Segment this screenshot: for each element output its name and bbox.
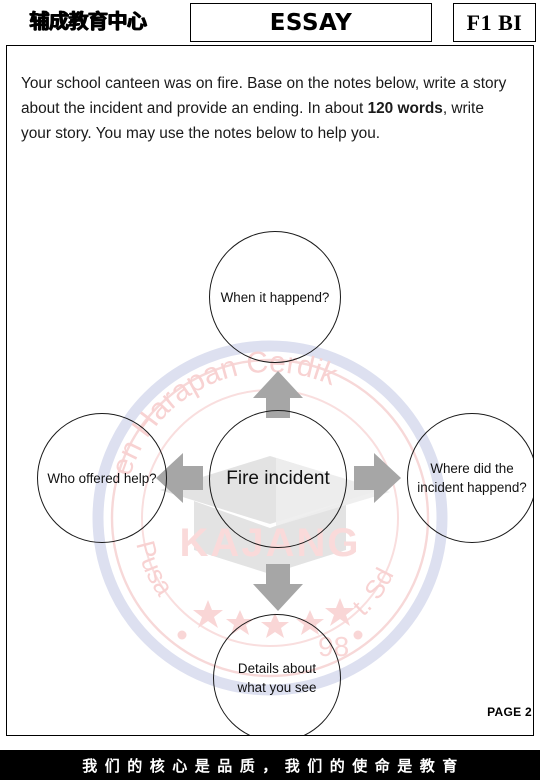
arrow-down [253,564,303,611]
bubble-where-label: Where did the incident happend? [417,461,527,495]
bubble-details-label: Details about what you see [237,661,317,695]
bubble-when: When it happend? [209,231,341,363]
worksheet-content-area: en Harapan Cerdik Pusa t. Sd KAJANG 98 Y… [6,45,534,736]
bubble-where: Where did the incident happend? [407,413,533,543]
bubble-who-label: Who offered help? [47,470,157,486]
instruction-paragraph: Your school canteen was on fire. Base on… [21,71,516,146]
bubble-who: Who offered help? [37,413,167,543]
bubble-details: Details about what you see [213,614,341,735]
instruction-emphasis: 120 words [367,100,443,118]
bubble-center-label: Fire incident [226,468,330,489]
bubble-center-topic: Fire incident [209,410,347,548]
school-logo: 辅成教育中心 [8,2,168,40]
school-logo-text: 辅成教育中心 [29,9,148,33]
arrow-right [354,453,401,503]
page-header: 辅成教育中心 ESSAY F1 BI [0,0,540,44]
footer-banner: 我们的核心是品质，我们的使命是教育 [0,750,540,780]
subject-code-box: F1 BI [453,3,536,42]
bubble-map-diagram: When it happend? Who offered help? Fire … [7,46,533,735]
bubble-when-label: When it happend? [220,289,330,305]
worksheet-title: ESSAY [269,9,353,36]
footer-motto: 我们的核心是品质，我们的使命是教育 [82,756,465,775]
worksheet-title-box: ESSAY [190,3,432,42]
subject-code: F1 BI [466,9,523,35]
